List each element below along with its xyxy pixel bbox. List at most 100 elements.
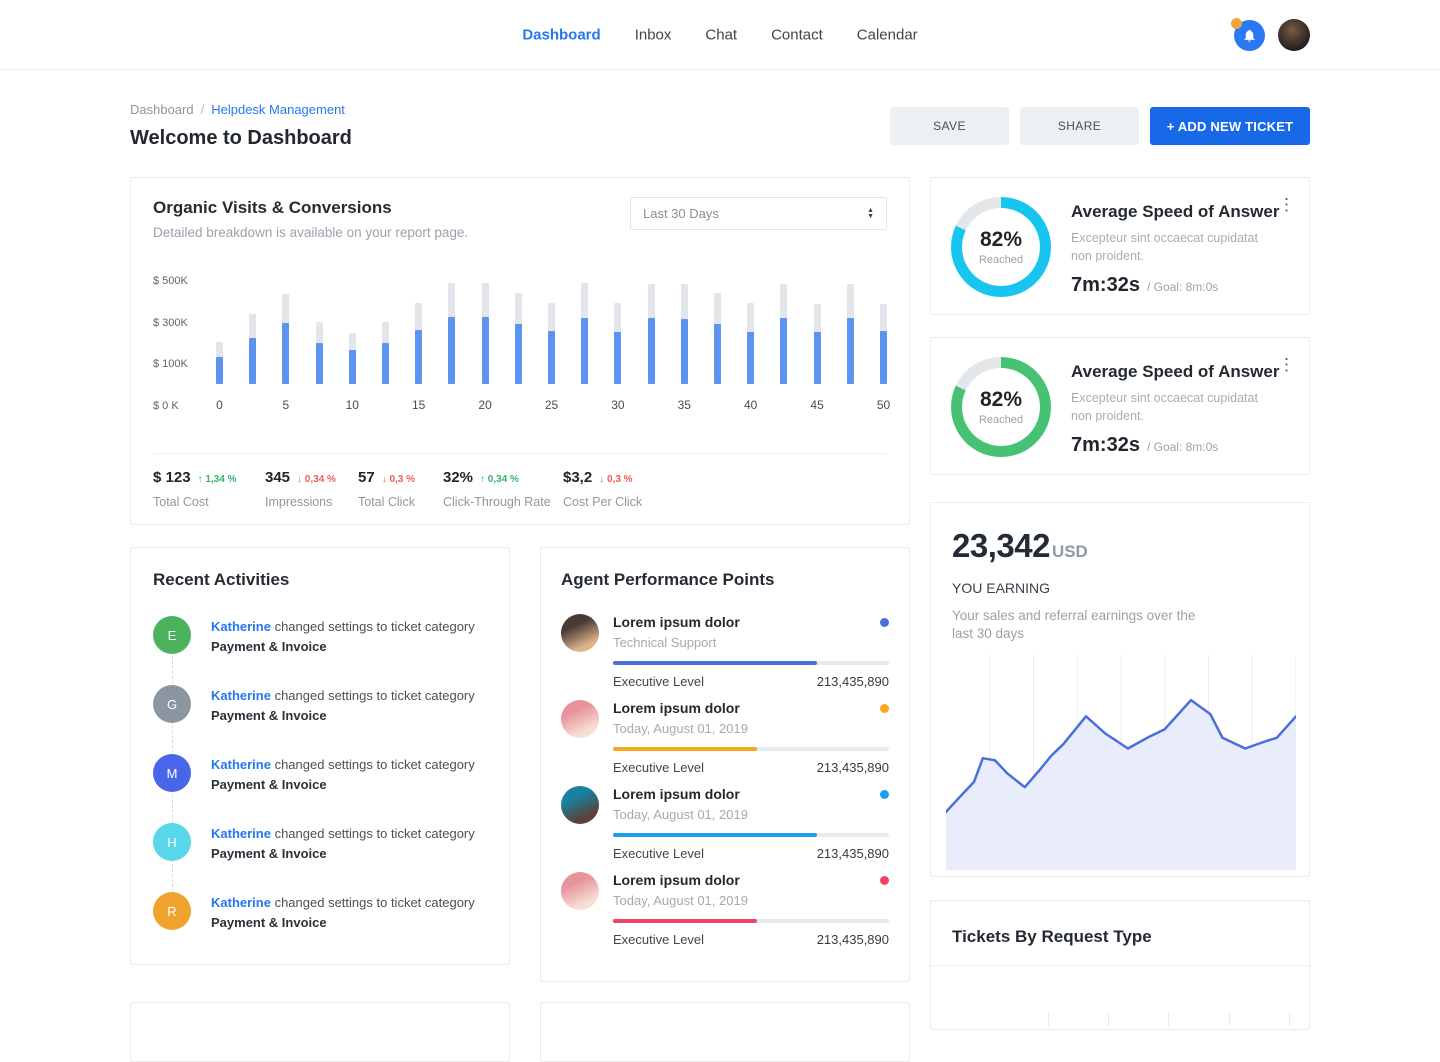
tickets-grid-tick xyxy=(1168,1012,1169,1026)
bar-x12.5 xyxy=(382,322,389,384)
tickets-grid-tick xyxy=(1048,1012,1049,1026)
breadcrumb-helpdesk-management[interactable]: Helpdesk Management xyxy=(211,102,345,117)
agent-subtitle: Today, August 01, 2019 xyxy=(613,721,889,736)
activity-user-link[interactable]: Katherine xyxy=(211,688,271,703)
activity-user-link[interactable]: Katherine xyxy=(211,895,271,910)
activity-item: GKatherine changed settings to ticket ca… xyxy=(153,685,487,725)
bar-x2.5 xyxy=(249,314,256,384)
tickets-grid-tick xyxy=(1229,1012,1230,1026)
bar-fill xyxy=(382,343,389,384)
agent-progress-fill xyxy=(613,747,757,751)
notifications-button[interactable] xyxy=(1234,20,1265,51)
stat-total-cost: $ 123↑ 1,34 %Total Cost xyxy=(153,469,265,509)
earnings-line-chart xyxy=(946,655,1294,875)
activity-avatar: E xyxy=(153,616,191,654)
activity-item: HKatherine changed settings to ticket ca… xyxy=(153,823,487,863)
speed-card-description: Excepteur sint occaecat cupidatat non pr… xyxy=(1071,230,1276,265)
speed-goal: / Goal: 8m:0s xyxy=(1147,440,1218,454)
agent-points: 213,435,890 xyxy=(817,846,889,861)
activity-item: MKatherine changed settings to ticket ca… xyxy=(153,754,487,794)
tickets-grid-tick xyxy=(1108,1012,1109,1026)
bar-fill xyxy=(249,338,256,384)
breadcrumb: Dashboard/Helpdesk Management xyxy=(130,102,352,117)
kebab-menu-icon[interactable]: ⋮ xyxy=(1278,355,1295,375)
stat-impressions: 345↓ 0,34 %Impressions xyxy=(265,469,358,509)
activity-text: Katherine changed settings to ticket cat… xyxy=(211,685,475,725)
card-stub-right xyxy=(540,1002,910,1062)
stat-value: $3,2 xyxy=(563,469,592,486)
bar-fill xyxy=(482,317,489,384)
nav-item-dashboard[interactable]: Dashboard xyxy=(522,26,600,43)
top-header: Dashboard Inbox Chat Contact Calendar xyxy=(0,0,1440,70)
speed-time-value: 7m:32s xyxy=(1071,274,1140,297)
bar-fill xyxy=(448,317,455,384)
y-axis-tick: $ 500K xyxy=(153,275,188,287)
dashboard-grid: Organic Visits & Conversions Detailed br… xyxy=(130,177,1310,1062)
left-column: Organic Visits & Conversions Detailed br… xyxy=(130,177,910,1062)
save-button[interactable]: SAVE xyxy=(890,107,1009,145)
bar-x20 xyxy=(482,283,489,384)
bar-x47.5 xyxy=(847,284,854,384)
activities-timeline: E Katherine changed settings to ticket ca… xyxy=(153,616,487,932)
agent-name: Lorem ipsum dolor xyxy=(613,614,740,630)
bar-x50 xyxy=(880,304,887,384)
donut-gauge: 82% Reached xyxy=(951,197,1051,297)
agent-progress-track xyxy=(613,833,889,837)
agent-level-label: Executive Level xyxy=(613,674,704,689)
speed-card-title: Average Speed of Answer xyxy=(1071,362,1279,382)
bar-fill xyxy=(747,332,754,384)
stat-total-click: 57↓ 0,3 %Total Click xyxy=(358,469,443,509)
stat-value: 345 xyxy=(265,469,290,486)
bar-fill xyxy=(714,324,721,384)
user-avatar[interactable] xyxy=(1278,19,1310,51)
add-new-ticket-button[interactable]: + ADD NEW TICKET xyxy=(1150,107,1310,145)
donut-percent: 82% xyxy=(980,388,1022,412)
activity-user-link[interactable]: Katherine xyxy=(211,826,271,841)
tickets-chart-area xyxy=(931,966,1309,1026)
kebab-menu-icon[interactable]: ⋮ xyxy=(1278,195,1295,215)
bar-x15 xyxy=(415,303,422,384)
right-column: 82% Reached Average Speed of Answer Exce… xyxy=(930,177,1310,1030)
agent-item: Lorem ipsum dolorTechnical SupportExecut… xyxy=(561,614,889,689)
y-axis-tick: $ 100K xyxy=(153,358,188,370)
activity-user-link[interactable]: Katherine xyxy=(211,619,271,634)
x-axis-tick: 35 xyxy=(678,398,691,412)
activity-target: Payment & Invoice xyxy=(211,913,475,933)
share-button[interactable]: SHARE xyxy=(1020,107,1139,145)
breadcrumb-dashboard[interactable]: Dashboard xyxy=(130,102,194,117)
nav-item-inbox[interactable]: Inbox xyxy=(635,26,672,43)
nav-item-chat[interactable]: Chat xyxy=(705,26,737,43)
agent-points: 213,435,890 xyxy=(817,674,889,689)
y-axis-tick: $ 0 K xyxy=(153,400,179,412)
date-range-select[interactable]: Last 30 Days ▲▼ xyxy=(630,197,887,230)
page-head: Dashboard/Helpdesk Management Welcome to… xyxy=(130,102,1310,150)
bar-x32.5 xyxy=(648,284,655,384)
recent-activities-title: Recent Activities xyxy=(153,570,487,590)
agent-performance-card: Agent Performance Points Lorem ipsum dol… xyxy=(540,547,910,982)
x-axis-tick: 15 xyxy=(412,398,425,412)
nav-item-calendar[interactable]: Calendar xyxy=(857,26,918,43)
activity-item: RKatherine changed settings to ticket ca… xyxy=(153,892,487,932)
activity-target: Payment & Invoice xyxy=(211,844,475,864)
activity-text: Katherine changed settings to ticket cat… xyxy=(211,823,475,863)
agent-item: Lorem ipsum dolorToday, August 01, 2019E… xyxy=(561,786,889,861)
bar-fill xyxy=(316,343,323,384)
agent-points: 213,435,890 xyxy=(817,760,889,775)
tickets-card-title: Tickets By Request Type xyxy=(931,901,1309,966)
agent-name: Lorem ipsum dolor xyxy=(613,786,740,802)
bar-x42.5 xyxy=(780,284,787,384)
stat-value: 57 xyxy=(358,469,375,486)
nav-item-contact[interactable]: Contact xyxy=(771,26,823,43)
bar-fill xyxy=(349,350,356,384)
bar-fill xyxy=(581,318,588,384)
bar-x37.5 xyxy=(714,293,721,384)
activity-user-link[interactable]: Katherine xyxy=(211,757,271,772)
earnings-label: YOU EARNING xyxy=(952,580,1288,596)
speed-time-value: 7m:32s xyxy=(1071,434,1140,457)
bar-x7.5 xyxy=(316,322,323,384)
bars-plot: 05101520253035404550 xyxy=(216,281,887,409)
content: Dashboard/Helpdesk Management Welcome to… xyxy=(130,102,1310,1062)
bar-x10 xyxy=(349,333,356,384)
agent-item: Lorem ipsum dolorToday, August 01, 2019E… xyxy=(561,700,889,775)
bar-fill xyxy=(216,357,223,384)
